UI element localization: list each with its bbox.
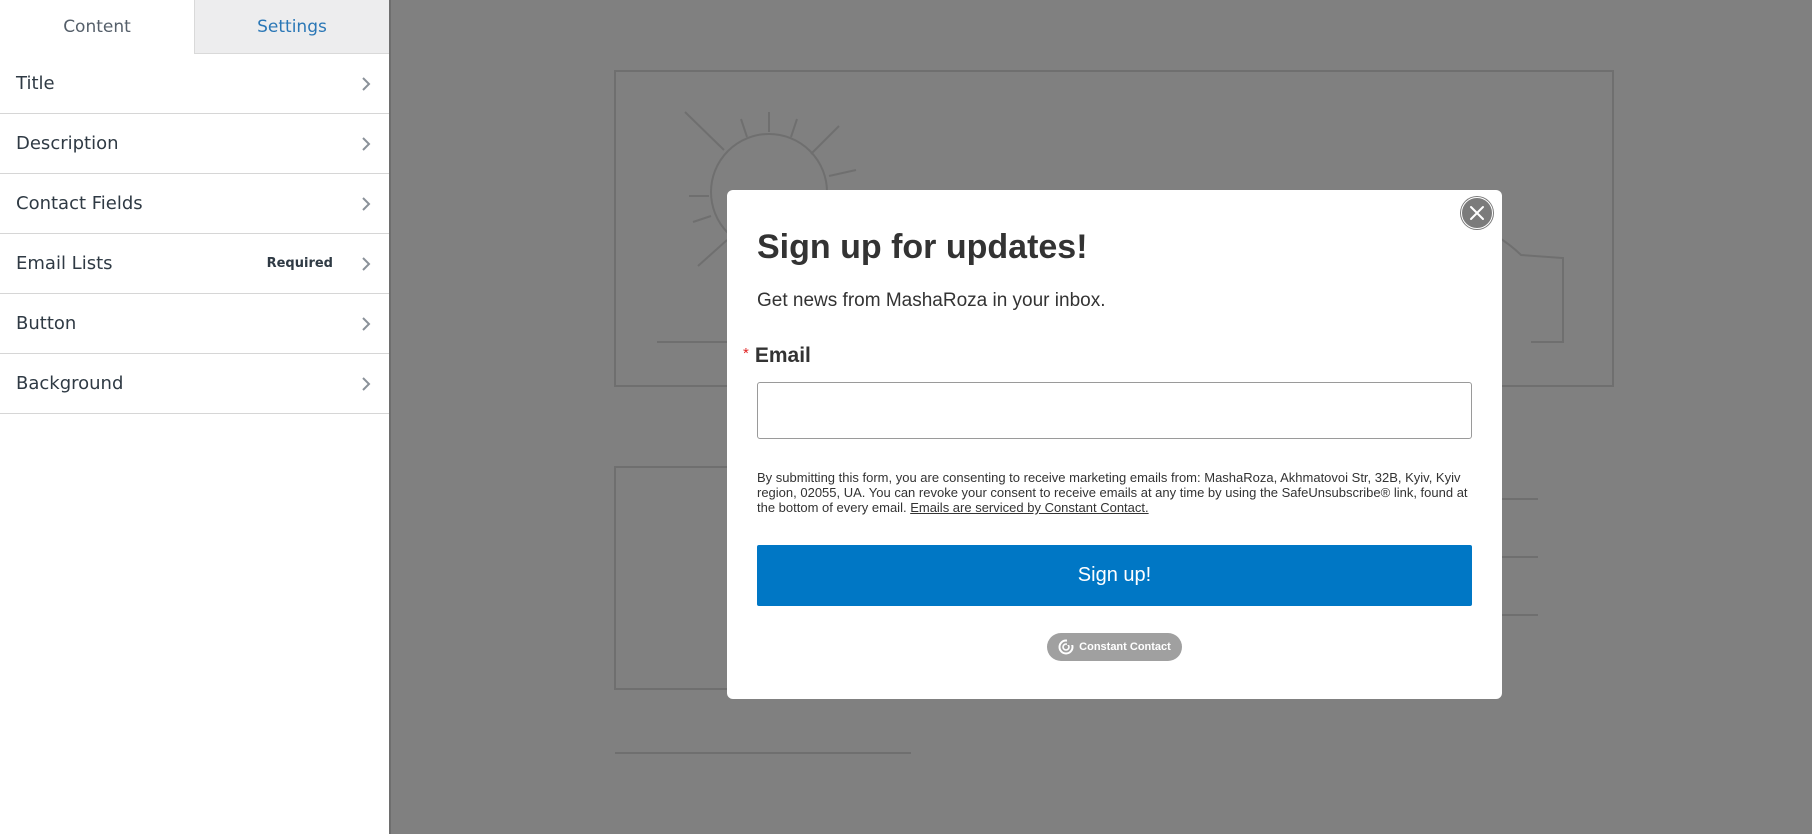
content-menu: Title Description Contact Fields Email L… bbox=[0, 54, 389, 414]
menu-item-email-lists[interactable]: Email Lists Required bbox=[0, 234, 389, 294]
chevron-right-icon bbox=[362, 196, 371, 211]
menu-item-contact-fields[interactable]: Contact Fields bbox=[0, 174, 389, 234]
menu-item-label: Button bbox=[16, 313, 77, 334]
required-marker: * bbox=[743, 345, 749, 362]
menu-item-label: Contact Fields bbox=[16, 193, 143, 214]
menu-item-label: Description bbox=[16, 133, 119, 154]
email-label-text: Email bbox=[754, 344, 811, 367]
menu-item-description[interactable]: Description bbox=[0, 114, 389, 174]
constant-contact-badge-label: Constant Contact bbox=[1079, 641, 1171, 653]
sign-up-button[interactable]: Sign up! bbox=[757, 545, 1472, 606]
menu-item-label: Background bbox=[16, 373, 124, 394]
chevron-right-icon bbox=[362, 376, 371, 391]
sidebar-tabs: Content Settings bbox=[0, 0, 389, 54]
close-button[interactable] bbox=[1461, 197, 1493, 229]
email-input[interactable] bbox=[757, 382, 1472, 439]
menu-item-title[interactable]: Title bbox=[0, 54, 389, 114]
constant-contact-link[interactable]: Emails are serviced by Constant Contact. bbox=[910, 500, 1148, 515]
modal-title: Sign up for updates! bbox=[757, 228, 1088, 266]
chevron-right-icon bbox=[362, 256, 371, 271]
required-badge: Required bbox=[266, 256, 333, 271]
consent-text: By submitting this form, you are consent… bbox=[757, 470, 1477, 515]
email-label: * Email bbox=[743, 344, 811, 368]
signup-modal: Sign up for updates! Get news from Masha… bbox=[727, 190, 1502, 699]
modal-description: Get news from MashaRoza in your inbox. bbox=[757, 290, 1106, 311]
constant-contact-logo-icon bbox=[1058, 639, 1075, 655]
tab-content[interactable]: Content bbox=[0, 0, 194, 54]
menu-item-label: Title bbox=[16, 73, 55, 94]
tab-settings[interactable]: Settings bbox=[194, 0, 389, 54]
chevron-right-icon bbox=[362, 76, 371, 91]
menu-item-button[interactable]: Button bbox=[0, 294, 389, 354]
chevron-right-icon bbox=[362, 136, 371, 151]
chevron-right-icon bbox=[362, 316, 371, 331]
menu-item-label: Email Lists bbox=[16, 253, 113, 274]
menu-item-background[interactable]: Background bbox=[0, 354, 389, 414]
close-icon bbox=[1470, 206, 1484, 220]
editor-sidebar: Content Settings Title Description Conta… bbox=[0, 0, 391, 834]
constant-contact-badge[interactable]: Constant Contact bbox=[1047, 633, 1182, 661]
